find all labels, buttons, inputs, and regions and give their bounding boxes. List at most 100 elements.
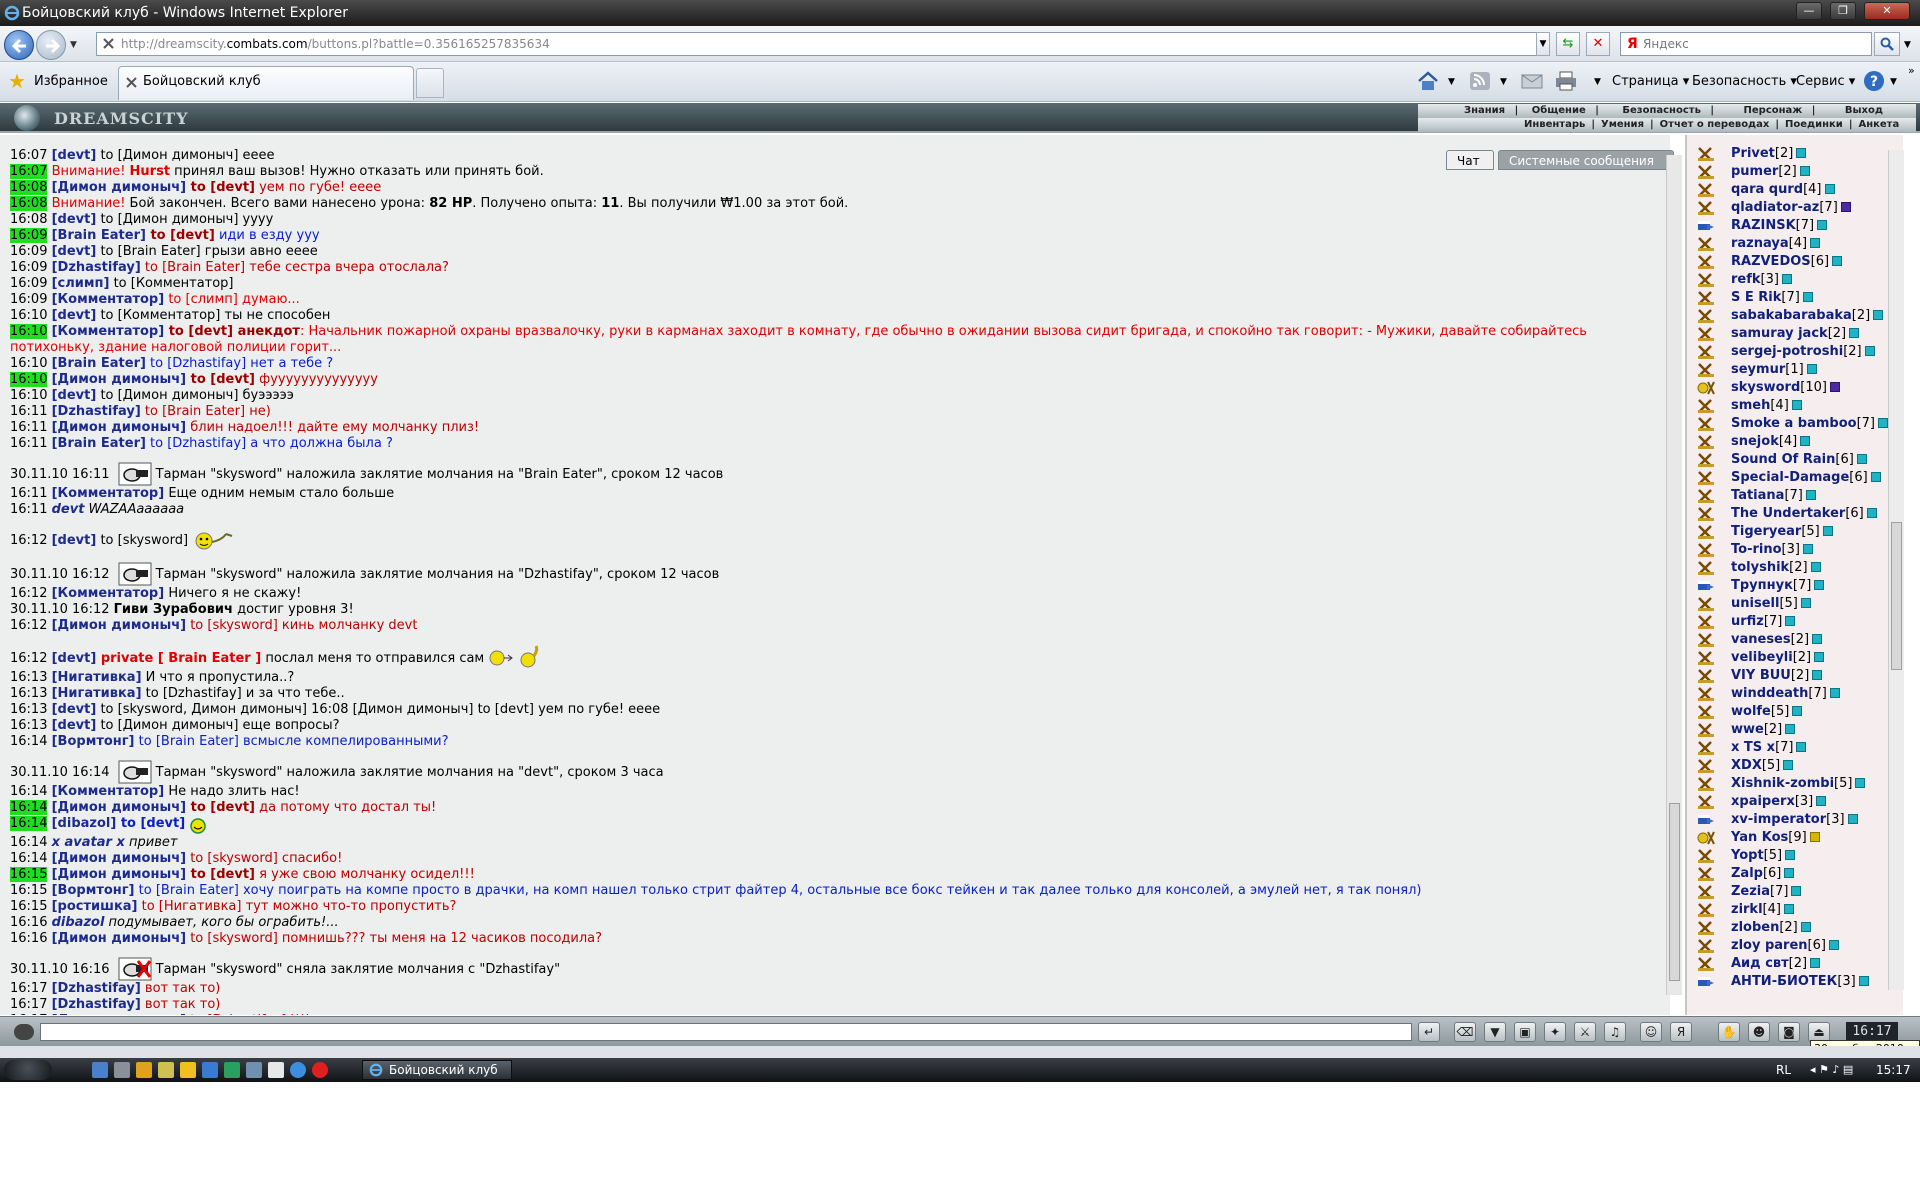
message-author[interactable]: [Dzhastifay]: [52, 997, 141, 1012]
crossed-swords-icon[interactable]: [1697, 362, 1715, 378]
message-author[interactable]: dibazol: [52, 915, 105, 930]
message-author[interactable]: [Димон димоныч]: [52, 372, 186, 387]
user-list-item[interactable]: tolyshik[2]: [1691, 559, 1901, 577]
user-info-icon[interactable]: [1822, 526, 1833, 536]
message-time[interactable]: 16:15: [10, 867, 48, 882]
menu-vyhod[interactable]: Выход: [1839, 105, 1889, 116]
user-name[interactable]: sabakabarabaka: [1731, 308, 1852, 323]
user-info-icon[interactable]: [1785, 616, 1796, 626]
message-time[interactable]: 16:11: [10, 436, 47, 451]
user-name[interactable]: Tatiana: [1731, 488, 1784, 503]
crossed-swords-icon[interactable]: [1697, 848, 1715, 864]
menu-inventar[interactable]: Инвентарь: [1518, 119, 1591, 130]
safety-menu[interactable]: Безопасность ▾: [1692, 74, 1797, 89]
message-time[interactable]: 16:17: [10, 997, 47, 1012]
user-name[interactable]: Privet: [1731, 146, 1775, 161]
message-author[interactable]: [Димон димоныч]: [52, 931, 186, 946]
paladin-icon[interactable]: [1697, 380, 1715, 396]
message-time[interactable]: 16:10: [10, 372, 48, 387]
message-time[interactable]: 16:14: [10, 851, 47, 866]
user-info-icon[interactable]: [1824, 184, 1835, 194]
language-indicator[interactable]: RL: [1776, 1063, 1791, 1077]
user-list-item[interactable]: smeh[4]: [1691, 397, 1901, 415]
message-time[interactable]: 30.11.10 16:14: [10, 765, 110, 780]
message-time[interactable]: 16:14: [10, 784, 47, 799]
folder-icon[interactable]: [136, 1062, 152, 1078]
user-list-item[interactable]: Xishnik-zombi[5]: [1691, 775, 1901, 793]
user-name[interactable]: S E Rik: [1731, 290, 1781, 305]
user-name[interactable]: wolfe: [1731, 704, 1771, 719]
user-list-item[interactable]: zloy paren[6]: [1691, 937, 1901, 955]
crossed-swords-icon[interactable]: [1697, 956, 1715, 972]
user-list-item[interactable]: skysword[10]: [1691, 379, 1901, 397]
app-icon-3[interactable]: [202, 1062, 218, 1078]
save-icon[interactable]: ▣: [1514, 1022, 1536, 1042]
menu-personazh[interactable]: Персонаж: [1738, 105, 1809, 116]
user-list-item[interactable]: RAZINSK[7]: [1691, 217, 1901, 235]
user-name[interactable]: Yan Kos: [1731, 830, 1788, 845]
back-button[interactable]: [4, 30, 34, 60]
message-time[interactable]: 16:13: [10, 670, 47, 685]
user-info-icon[interactable]: [1796, 148, 1807, 158]
user-list-item[interactable]: wwe[2]: [1691, 721, 1901, 739]
minimize-button[interactable]: —: [1796, 2, 1822, 20]
crossed-swords-icon[interactable]: [1697, 884, 1715, 900]
user-name[interactable]: tolyshik: [1731, 560, 1789, 575]
user-name[interactable]: Smoke a bamboo: [1731, 416, 1857, 431]
message-time[interactable]: 16:17: [10, 1013, 47, 1015]
user-list-item[interactable]: S E Rik[7]: [1691, 289, 1901, 307]
user-name[interactable]: АНТИ-БИОТЕК: [1731, 974, 1837, 989]
crossed-swords-icon[interactable]: [1697, 506, 1715, 522]
message-author[interactable]: [ростишка]: [52, 899, 138, 914]
user-name[interactable]: winddeath: [1731, 686, 1808, 701]
user-list-item[interactable]: zirkl[4]: [1691, 901, 1901, 919]
crossed-swords-icon[interactable]: [1697, 542, 1715, 558]
user-list-item[interactable]: xv-imperator[3]: [1691, 811, 1901, 829]
message-author[interactable]: [Димон димоныч]: [52, 180, 186, 195]
user-info-icon[interactable]: [1816, 796, 1827, 806]
user-name[interactable]: Zezia: [1731, 884, 1770, 899]
user-name[interactable]: RAZINSK: [1731, 218, 1796, 233]
user-info-icon[interactable]: [1809, 832, 1820, 842]
user-name[interactable]: velibeyli: [1731, 650, 1793, 665]
user-info-icon[interactable]: [1866, 508, 1877, 518]
crossed-swords-icon[interactable]: [1697, 866, 1715, 882]
user-name[interactable]: VIY BUU: [1731, 668, 1791, 683]
user-info-icon[interactable]: [1873, 310, 1884, 320]
message-author[interactable]: [Brain Eater]: [52, 356, 146, 371]
hand-icon[interactable]: ✋: [1718, 1022, 1740, 1042]
userlist-scrollbar[interactable]: [1888, 150, 1904, 990]
maximize-button[interactable]: ❐: [1830, 2, 1856, 20]
clan-flag-icon[interactable]: [1697, 578, 1715, 594]
crossed-swords-icon[interactable]: [1697, 794, 1715, 810]
user-info-icon[interactable]: [1810, 562, 1821, 572]
taskbar-item-ie[interactable]: Бойцовский клуб ...: [362, 1060, 512, 1095]
home-dropdown-icon[interactable]: ▼: [1448, 77, 1455, 87]
message-time[interactable]: 16:12: [10, 533, 47, 548]
user-name[interactable]: seymur: [1731, 362, 1785, 377]
user-info-icon[interactable]: [1781, 274, 1792, 284]
user-list-item[interactable]: vaneses[2]: [1691, 631, 1901, 649]
user-list-item[interactable]: Аид свт[2]: [1691, 955, 1901, 973]
crossed-swords-icon[interactable]: [1697, 920, 1715, 936]
user-info-icon[interactable]: [1784, 868, 1795, 878]
ie-quicklaunch-icon[interactable]: [290, 1062, 306, 1078]
message-author[interactable]: [Вормтонг]: [52, 883, 135, 898]
crossed-swords-icon[interactable]: [1697, 146, 1715, 162]
clan-flag-icon[interactable]: [1697, 812, 1715, 828]
user-info-icon[interactable]: [1812, 634, 1823, 644]
message-author[interactable]: [Dzhastifay]: [52, 260, 141, 275]
message-time[interactable]: 16:13: [10, 686, 47, 701]
user-info-icon[interactable]: [1783, 760, 1794, 770]
user-info-icon[interactable]: [1817, 220, 1828, 230]
crossed-swords-icon[interactable]: [1697, 722, 1715, 738]
crossed-swords-icon[interactable]: [1697, 776, 1715, 792]
user-list-item[interactable]: Special-Damage[6]: [1691, 469, 1901, 487]
message-author[interactable]: [Вормтонг]: [52, 734, 135, 749]
search-input[interactable]: Я Яндекс: [1620, 32, 1872, 56]
user-name[interactable]: xpaiperx: [1731, 794, 1795, 809]
user-list-item[interactable]: urfiz[7]: [1691, 613, 1901, 631]
message-time[interactable]: 16:13: [10, 702, 47, 717]
user-list-item[interactable]: Tigeryear[5]: [1691, 523, 1901, 541]
user-name[interactable]: vaneses: [1731, 632, 1791, 647]
